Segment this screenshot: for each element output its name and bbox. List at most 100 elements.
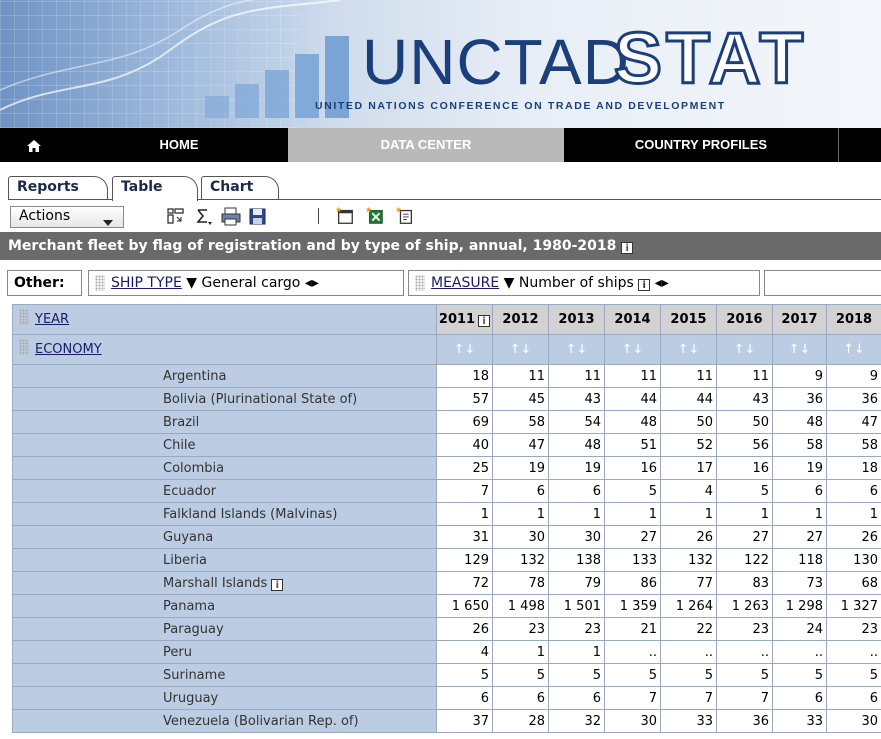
data-cell: 30 <box>492 525 549 549</box>
drag-handle-icon[interactable] <box>415 275 425 291</box>
save-icon[interactable] <box>248 206 268 226</box>
economy-dimension-header[interactable]: ECONOMY <box>12 334 437 365</box>
year-column-header[interactable]: 2013 <box>548 304 605 335</box>
prev-next-arrows-icon[interactable]: ◂▸ <box>655 275 669 291</box>
dropdown-arrow-icon[interactable]: ▼ <box>504 275 519 291</box>
economy-name: Paraguay <box>12 617 437 641</box>
economy-name: Argentina <box>12 364 437 388</box>
year-column-header[interactable]: 2016 <box>716 304 773 335</box>
data-cell: 47 <box>826 410 881 434</box>
data-cell: 48 <box>548 433 605 457</box>
drag-handle-icon[interactable] <box>95 275 105 291</box>
data-cell: 51 <box>604 433 661 457</box>
year-column-header[interactable]: 2012 <box>492 304 549 335</box>
sort-arrows-icon[interactable]: ↑↓ <box>548 334 605 365</box>
dropdown-arrow-icon[interactable]: ▼ <box>186 275 201 291</box>
data-cell: 5 <box>660 663 717 687</box>
data-table: YEAR 2011 i 2012 2013 2014 2015 2016 2017 2018 E… <box>12 304 881 733</box>
table-title-bar: Merchant fleet by flag of registration a… <box>0 232 881 260</box>
year-column-header[interactable]: 2014 <box>604 304 661 335</box>
data-cell: 11 <box>660 364 717 388</box>
data-cell: 1 263 <box>716 594 773 618</box>
table-row: Colombia 25 19 19 16 17 16 19 18 <box>12 456 881 480</box>
sum-icon[interactable] <box>194 206 214 226</box>
data-cell: 1 501 <box>548 594 605 618</box>
data-cell: 1 <box>436 502 493 526</box>
data-cell: 58 <box>492 410 549 434</box>
table-row: Guyana 31 30 30 27 26 27 27 26 <box>12 525 881 549</box>
data-cell: 16 <box>604 456 661 480</box>
sort-arrows-icon[interactable]: ↑↓ <box>826 334 881 365</box>
tab-chart[interactable]: Chart <box>201 176 279 200</box>
data-cell: 118 <box>772 548 827 572</box>
data-cell: 5 <box>716 663 773 687</box>
measure-filter[interactable]: MEASURE ▼ Number of ships i ◂▸ <box>408 270 760 296</box>
sort-arrows-icon[interactable]: ↑↓ <box>604 334 661 365</box>
pivot-icon[interactable] <box>166 206 186 226</box>
drag-handle-icon[interactable] <box>19 339 29 355</box>
data-cell: 26 <box>436 617 493 641</box>
data-cell: 1 498 <box>492 594 549 618</box>
data-cell: 50 <box>716 410 773 434</box>
actions-dropdown[interactable]: Actions <box>10 206 124 228</box>
data-cell: 36 <box>826 387 881 411</box>
chevron-down-icon <box>103 220 113 226</box>
table-title: Merchant fleet by flag of registration a… <box>8 238 617 254</box>
drag-handle-icon[interactable] <box>19 309 29 325</box>
sort-arrows-icon[interactable]: ↑↓ <box>772 334 827 365</box>
data-cell: 25 <box>436 456 493 480</box>
economy-dimension-label[interactable]: ECONOMY <box>35 342 102 357</box>
info-icon[interactable]: i <box>621 242 634 254</box>
data-cell: 58 <box>826 433 881 457</box>
tab-reports[interactable]: Reports <box>8 176 108 200</box>
data-cell: 43 <box>716 387 773 411</box>
data-cell: 27 <box>604 525 661 549</box>
sort-arrows-icon[interactable]: ↑↓ <box>436 334 493 365</box>
data-cell: 44 <box>660 387 717 411</box>
economy-name: Ecuador <box>12 479 437 503</box>
nav-country-profiles[interactable]: COUNTRY PROFILES <box>564 128 838 162</box>
data-cell: 57 <box>436 387 493 411</box>
export-icon[interactable] <box>394 206 416 226</box>
year-dimension-header[interactable]: YEAR <box>12 304 437 335</box>
data-cell: 56 <box>716 433 773 457</box>
info-icon[interactable]: i <box>478 315 491 327</box>
info-icon[interactable]: i <box>638 279 651 291</box>
data-cell: 133 <box>604 548 661 572</box>
data-cell: 6 <box>826 686 881 710</box>
ship-type-label[interactable]: SHIP TYPE <box>111 275 182 291</box>
sort-arrows-icon[interactable]: ↑↓ <box>492 334 549 365</box>
year-column-header[interactable]: 2015 <box>660 304 717 335</box>
year-column-header[interactable]: 2011 i <box>436 304 493 335</box>
empty-filter-slot <box>764 270 881 296</box>
excel-icon[interactable] <box>364 206 386 226</box>
table-row: Argentina 18 11 11 11 11 11 9 9 <box>12 364 881 388</box>
info-icon[interactable]: i <box>271 578 284 591</box>
tab-table[interactable]: Table <box>112 176 198 201</box>
year-column-header[interactable]: 2017 <box>772 304 827 335</box>
nav-home-icon-button[interactable] <box>0 128 70 162</box>
data-cell: 130 <box>826 548 881 572</box>
economy-name: Brazil <box>12 410 437 434</box>
data-cell: 1 327 <box>826 594 881 618</box>
logo-text-unctad: UNCTAD <box>362 26 630 98</box>
data-cell: 27 <box>716 525 773 549</box>
year-column-header[interactable]: 2018 <box>826 304 881 335</box>
ship-type-filter[interactable]: SHIP TYPE ▼ General cargo ◂▸ <box>88 270 404 296</box>
data-cell: 16 <box>716 456 773 480</box>
data-cell: .. <box>716 640 773 664</box>
prev-next-arrows-icon[interactable]: ◂▸ <box>305 275 319 291</box>
new-window-icon[interactable] <box>334 206 356 226</box>
sort-arrows-icon[interactable]: ↑↓ <box>660 334 717 365</box>
nav-data-center[interactable]: DATA CENTER <box>288 128 564 162</box>
data-cell: 23 <box>716 617 773 641</box>
print-icon[interactable] <box>220 206 242 226</box>
nav-home[interactable]: HOME <box>70 128 288 162</box>
data-cell: 5 <box>772 663 827 687</box>
sort-arrows-icon[interactable]: ↑↓ <box>716 334 773 365</box>
year-dimension-label[interactable]: YEAR <box>35 312 69 327</box>
measure-label[interactable]: MEASURE <box>431 275 499 291</box>
data-cell: 30 <box>604 709 661 733</box>
data-cell: 1 <box>660 502 717 526</box>
year-label: 2016 <box>726 312 763 327</box>
